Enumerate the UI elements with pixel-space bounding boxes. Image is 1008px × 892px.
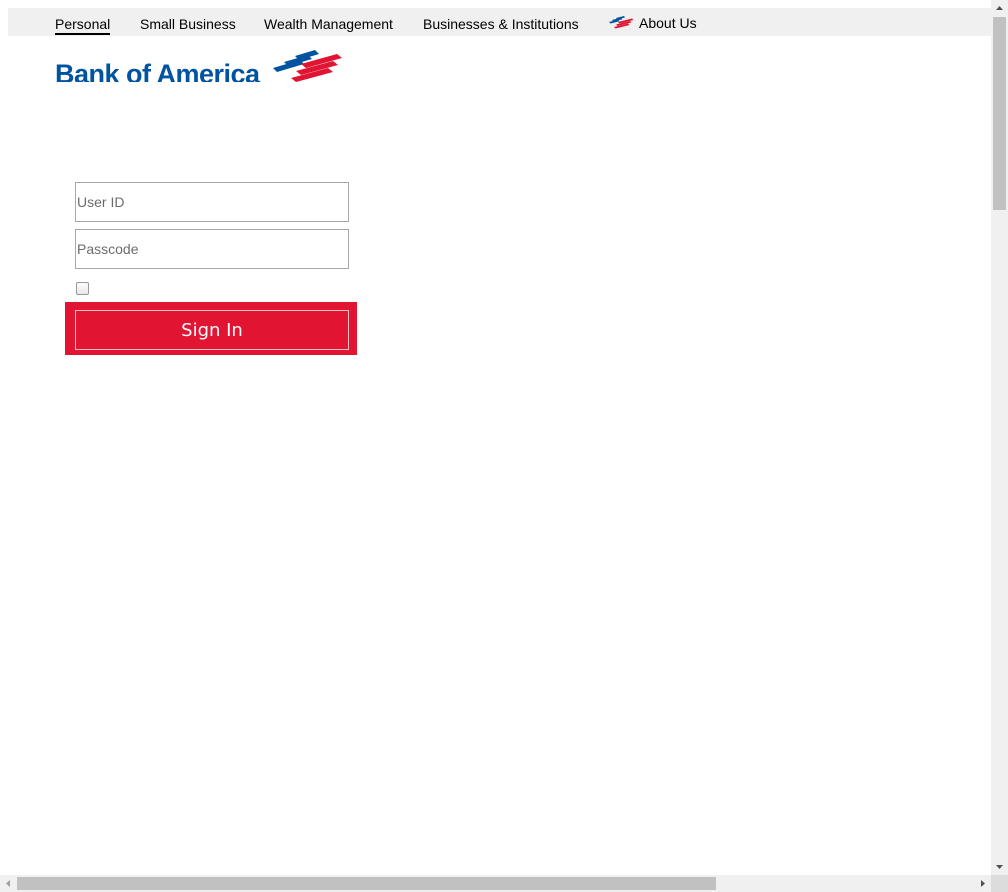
horizontal-scrollbar[interactable] (0, 875, 991, 892)
vertical-scrollbar[interactable] (991, 0, 1008, 875)
bank-of-america-logo[interactable]: Bank of America (55, 50, 355, 82)
sign-in-button[interactable]: Sign In (75, 310, 349, 350)
nav-wealth-management[interactable]: Wealth Management (264, 16, 393, 32)
scroll-left-icon[interactable] (0, 875, 17, 892)
user-id-input[interactable] (75, 182, 349, 222)
horizontal-scrollbar-thumb[interactable] (17, 877, 716, 890)
top-navigation: Personal Small Business Wealth Managemen… (8, 8, 991, 36)
scrollbar-corner (991, 875, 1008, 892)
boa-flag-icon (273, 50, 342, 82)
scroll-right-icon[interactable] (974, 875, 991, 892)
sign-in-button-frame[interactable]: Sign In (65, 302, 357, 355)
nav-businesses-institutions[interactable]: Businesses & Institutions (423, 16, 579, 32)
scroll-down-icon[interactable] (991, 858, 1008, 875)
scroll-up-icon[interactable] (991, 0, 1008, 17)
page-viewport: Personal Small Business Wealth Managemen… (0, 0, 991, 875)
nav-personal[interactable]: Personal (55, 16, 111, 35)
nav-about-us-label: About Us (639, 15, 697, 31)
remember-checkbox[interactable] (76, 282, 89, 295)
passcode-input[interactable] (75, 229, 349, 269)
nav-small-business[interactable]: Small Business (140, 16, 236, 32)
boa-flag-icon (609, 16, 634, 29)
vertical-scrollbar-thumb[interactable] (993, 17, 1006, 210)
nav-about-us[interactable]: About Us (608, 15, 697, 31)
logo-wordmark: Bank of America (55, 59, 260, 82)
